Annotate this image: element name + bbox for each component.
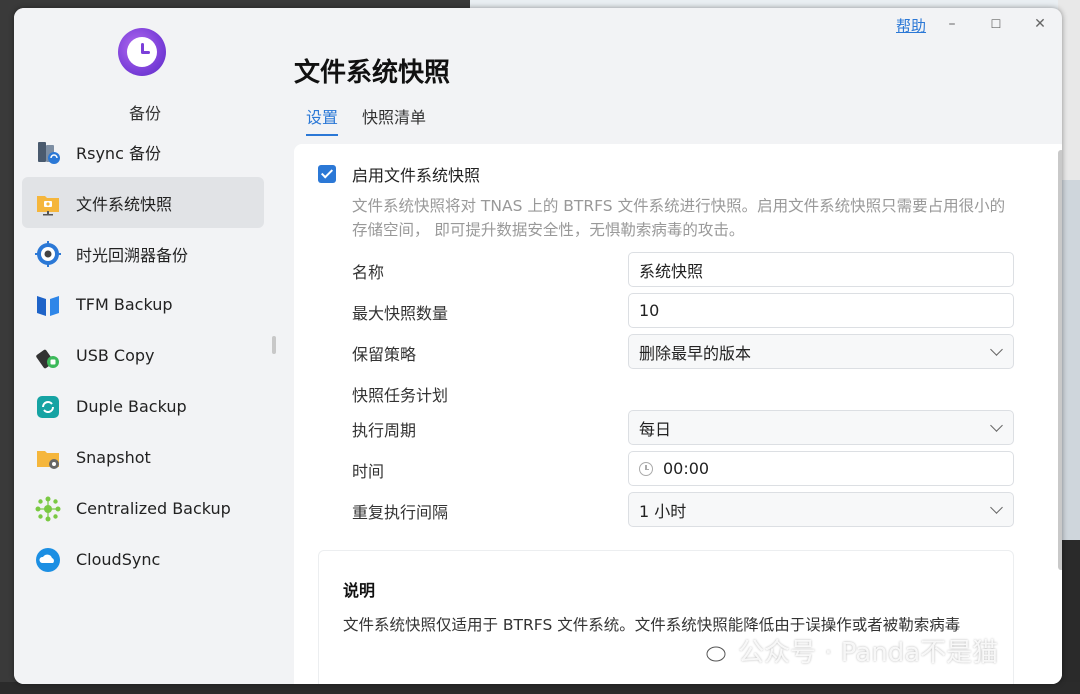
chevron-down-icon: [990, 419, 1003, 432]
max-snapshots-field[interactable]: 10: [628, 293, 1014, 328]
tab-bar: 设置 快照清单: [306, 104, 426, 136]
backup-app-logo-icon: [118, 28, 166, 76]
sidebar-item-label: TFM Backup: [76, 295, 173, 314]
retention-policy-label: 保留策略: [352, 345, 417, 364]
name-label: 名称: [352, 263, 385, 282]
sidebar-item-label: Centralized Backup: [76, 499, 231, 518]
interval-label: 重复执行间隔: [352, 503, 449, 522]
watermark-text: 公众号 · Panda不是猫: [738, 638, 999, 668]
retention-policy-value: 删除最早的版本: [639, 343, 752, 363]
sidebar-item-label: Duple Backup: [76, 397, 187, 416]
sidebar-item-usb-copy[interactable]: USB Copy: [22, 330, 264, 381]
sidebar-item-fs-snapshot[interactable]: 文件系统快照: [22, 177, 264, 228]
minimize-button[interactable]: –: [938, 12, 966, 36]
sidebar-item-tfm-backup[interactable]: TFM Backup: [22, 279, 264, 330]
enable-snapshot-row[interactable]: 启用文件系统快照: [318, 162, 480, 186]
retention-policy-select[interactable]: 删除最早的版本: [628, 334, 1014, 369]
period-value: 每日: [639, 419, 672, 439]
description-text: 文件系统快照将对 TNAS 上的 BTRFS 文件系统进行快照。启用文件系统快照…: [352, 197, 1006, 239]
usb-icon: [34, 342, 62, 370]
maximize-icon: ☐: [990, 17, 1002, 31]
watermark: 公众号 · Panda不是猫: [696, 632, 998, 669]
sidebar-scrollbar[interactable]: [272, 336, 276, 354]
page-title: 文件系统快照: [294, 58, 451, 88]
period-label: 执行周期: [352, 421, 417, 440]
duple-icon: [34, 393, 62, 421]
sidebar-item-centralized-backup[interactable]: Centralized Backup: [22, 483, 264, 534]
enable-snapshot-label: 启用文件系统快照: [352, 166, 481, 185]
name-value: 系统快照: [639, 261, 704, 281]
max-snapshots-label: 最大快照数量: [352, 304, 449, 323]
wechat-icon: [696, 638, 726, 664]
sidebar-item-label: 时光回溯器备份: [76, 245, 189, 265]
panel-scrollbar[interactable]: [1058, 150, 1062, 570]
time-field[interactable]: 00:00: [628, 451, 1014, 486]
clock-icon: [639, 461, 653, 476]
centralized-icon: [34, 495, 62, 523]
sidebar-nav: Rsync 备份 文件系统快照 时光回溯器备份 TFM Backup USB C…: [22, 126, 264, 585]
tab-settings[interactable]: 设置: [306, 104, 339, 136]
close-button[interactable]: ✕: [1026, 12, 1054, 36]
cloudsync-icon: [34, 546, 62, 574]
interval-select[interactable]: 1 小时: [628, 492, 1014, 527]
snapshot-folder-icon: [34, 444, 62, 472]
maximize-button[interactable]: ☐: [982, 12, 1010, 36]
close-icon: ✕: [1034, 16, 1046, 32]
interval-value: 1 小时: [639, 501, 687, 521]
sidebar-item-label: USB Copy: [76, 346, 155, 365]
app-name: 备份: [128, 104, 161, 123]
enable-snapshot-checkbox[interactable]: [318, 165, 336, 183]
note-title: 说明: [343, 581, 376, 600]
sidebar-item-label: 文件系统快照: [76, 194, 173, 214]
schedule-heading: 快照任务计划: [352, 386, 449, 405]
sidebar-item-duple-backup[interactable]: Duple Backup: [22, 381, 264, 432]
time-machine-icon: [34, 240, 62, 268]
sidebar-item-rsync[interactable]: Rsync 备份: [22, 126, 264, 177]
settings-panel: 启用文件系统快照 文件系统快照将对 TNAS 上的 BTRFS 文件系统进行快照…: [294, 144, 1062, 684]
tfm-icon: [34, 291, 62, 319]
time-label: 时间: [352, 462, 385, 481]
sidebar-item-label: Snapshot: [76, 448, 151, 467]
sidebar-item-time-machine[interactable]: 时光回溯器备份: [22, 228, 264, 279]
help-link[interactable]: 帮助: [896, 15, 926, 36]
chevron-down-icon: [990, 343, 1003, 356]
period-select[interactable]: 每日: [628, 410, 1014, 445]
time-value: 00:00: [663, 459, 710, 478]
sidebar-item-snapshot[interactable]: Snapshot: [22, 432, 264, 483]
backup-app-window: 备份 Rsync 备份 文件系统快照 时光回溯器备份 TFM Backup US…: [14, 8, 1062, 684]
name-field[interactable]: 系统快照: [628, 252, 1014, 287]
max-snapshots-value: 10: [639, 301, 660, 320]
minimize-icon: –: [948, 16, 956, 32]
rsync-icon: [34, 138, 62, 166]
sidebar-item-label: CloudSync: [76, 550, 161, 569]
sidebar-item-cloudsync[interactable]: CloudSync: [22, 534, 264, 585]
chevron-down-icon: [990, 501, 1003, 514]
tab-snapshot-list[interactable]: 快照清单: [362, 104, 426, 136]
sidebar-item-label: Rsync 备份: [76, 143, 161, 163]
fs-snapshot-icon: [34, 189, 62, 217]
sidebar: 备份 Rsync 备份 文件系统快照 时光回溯器备份 TFM Backup US…: [14, 8, 276, 684]
